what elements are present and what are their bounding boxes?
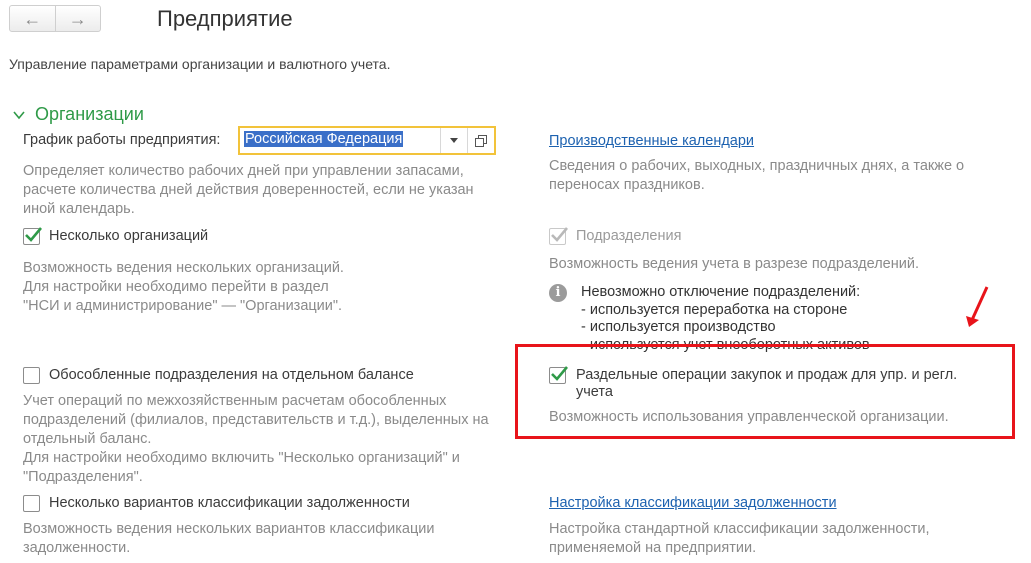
- section-organizations-toggle[interactable]: Организации: [13, 104, 144, 125]
- checkmark-icon: [25, 227, 42, 242]
- debt-classification-label[interactable]: Несколько вариантов классификации задолж…: [49, 495, 410, 511]
- work-schedule-description: Определяет количество рабочих дней при у…: [23, 163, 474, 217]
- work-schedule-combo[interactable]: Российская Федерация: [238, 126, 496, 155]
- production-calendars-link[interactable]: Производственные календари: [549, 133, 754, 149]
- red-arrow-icon: [966, 286, 989, 327]
- arrow-right-icon: →: [68, 8, 87, 29]
- separate-operations-label[interactable]: Раздельные операции закупок и продаж для…: [576, 367, 957, 401]
- work-schedule-value[interactable]: Российская Федерация: [240, 128, 440, 153]
- separate-subdivisions-checkbox[interactable]: [23, 367, 40, 384]
- chevron-down-icon: [13, 110, 25, 119]
- arrow-left-icon: ←: [23, 8, 42, 29]
- forward-button[interactable]: →: [56, 6, 101, 31]
- triangle-down-icon: [450, 138, 458, 143]
- multiple-orgs-label[interactable]: Несколько организаций: [49, 228, 208, 244]
- back-button[interactable]: ←: [10, 6, 56, 31]
- departments-label: Подразделения: [576, 228, 682, 244]
- debt-classification-settings-link[interactable]: Настройка классификации задолженности: [549, 495, 837, 511]
- work-schedule-label: График работы предприятия:: [23, 132, 221, 148]
- multiple-orgs-checkbox[interactable]: [23, 227, 42, 245]
- dropdown-button[interactable]: [440, 128, 467, 153]
- navigation-buttons: ← →: [9, 5, 101, 32]
- page-subtitle: Управление параметрами организации и вал…: [9, 56, 391, 72]
- page-title: Предприятие: [157, 6, 293, 31]
- production-calendars-description: Сведения о рабочих, выходных, праздничны…: [549, 158, 965, 193]
- open-window-icon: [475, 134, 487, 147]
- debt-classification-settings-description: Настройка стандартной классификации задо…: [549, 521, 930, 556]
- separate-subdivisions-description: Учет операций по межхозяйственным расчет…: [23, 393, 489, 485]
- separate-operations-description: Возможность использования управленческой…: [549, 409, 949, 425]
- debt-classification-description: Возможность ведения нескольких вариантов…: [23, 521, 435, 556]
- departments-checkbox[interactable]: [549, 227, 568, 245]
- checkmark-icon: [551, 366, 568, 381]
- separate-subdivisions-label[interactable]: Обособленные подразделения на отдельном …: [49, 367, 414, 383]
- separate-operations-checkbox[interactable]: [549, 366, 568, 384]
- debt-classification-checkbox[interactable]: [23, 495, 40, 512]
- section-title: Организации: [35, 104, 144, 124]
- info-icon: i: [549, 284, 567, 302]
- checkmark-icon: [551, 227, 568, 242]
- open-button[interactable]: [467, 128, 494, 153]
- departments-description: Возможность ведения учета в разрезе подр…: [549, 256, 919, 272]
- multiple-orgs-description: Возможность ведения нескольких организац…: [23, 260, 344, 314]
